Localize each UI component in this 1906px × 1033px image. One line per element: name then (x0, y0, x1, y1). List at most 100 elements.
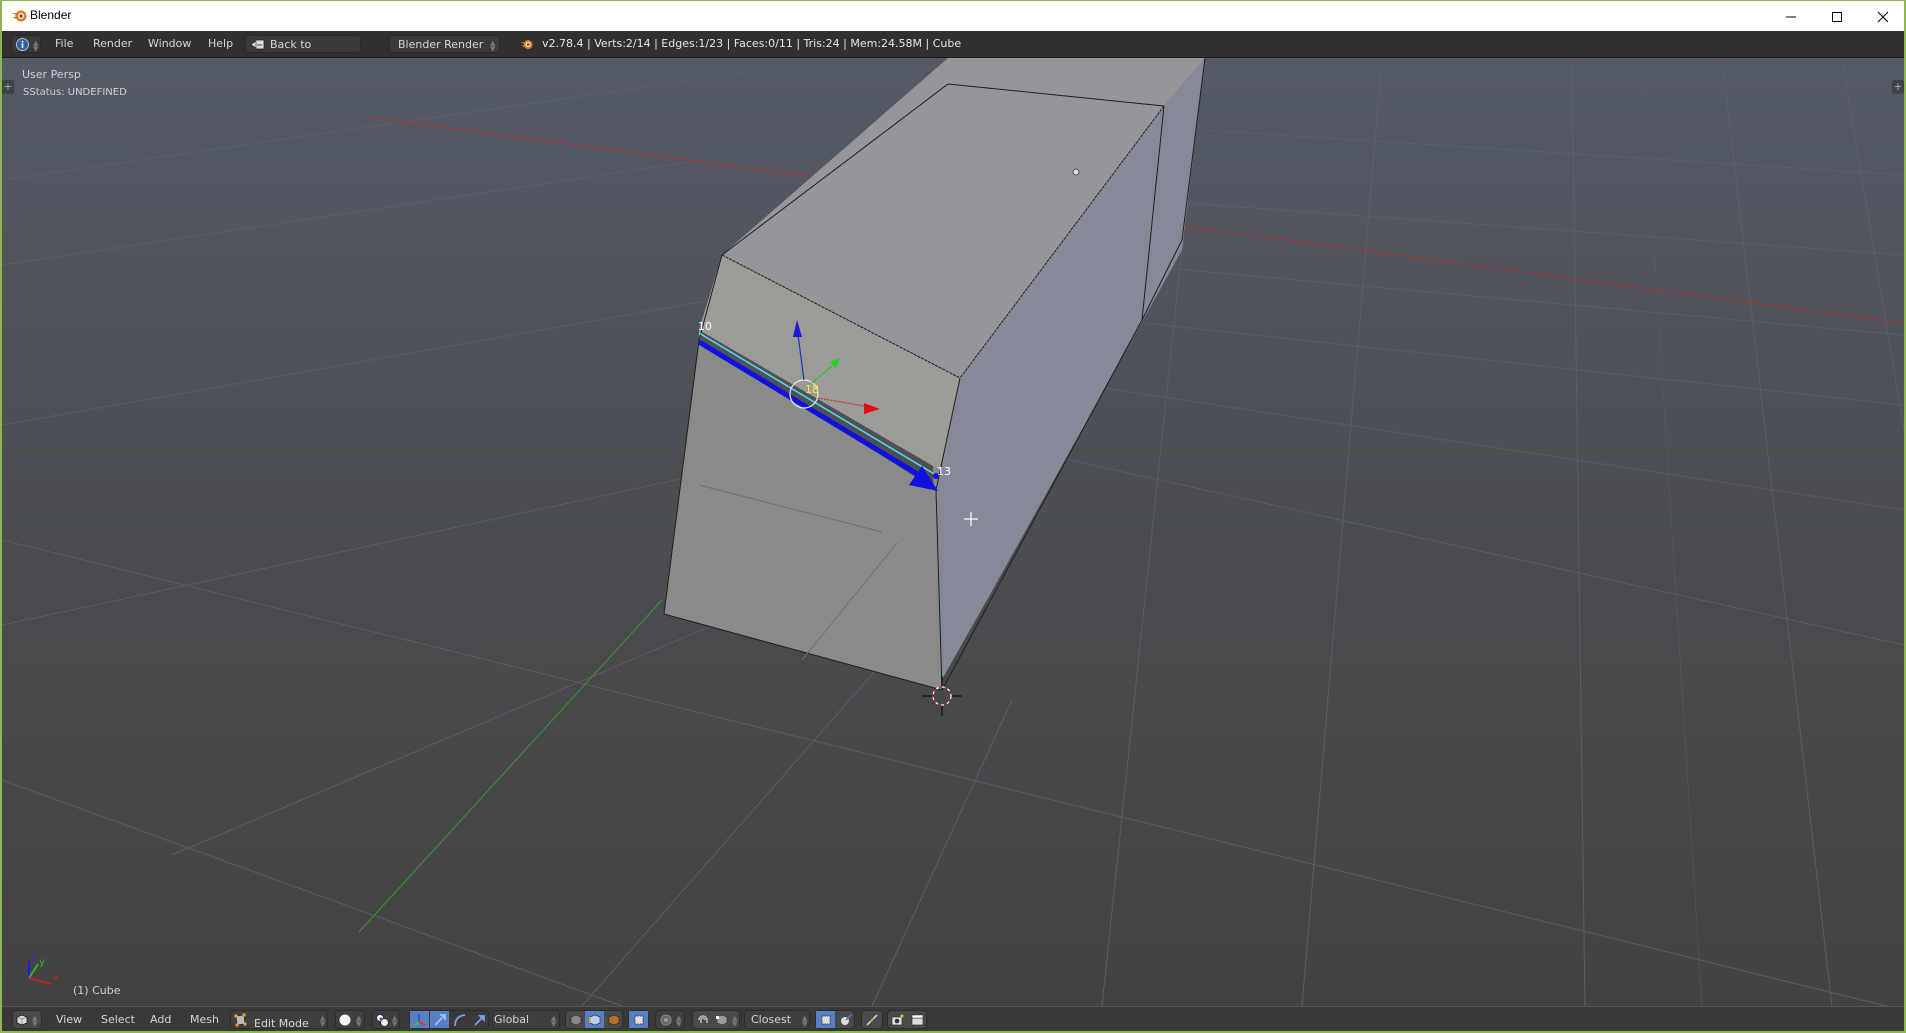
camera-icon (891, 1014, 904, 1025)
auto-merge-toggle[interactable] (861, 1010, 883, 1029)
cube-icon (16, 1014, 28, 1026)
x-axis-line (366, 116, 823, 179)
vertex-index-label: 13 (937, 465, 951, 478)
manipulator-group (409, 1010, 489, 1029)
transform-orientation-dropdown[interactable]: Global ▲ ▼ (492, 1010, 560, 1029)
proportional-editing-dropdown[interactable]: ▲ ▼ (655, 1010, 685, 1029)
menu-mesh[interactable]: Mesh (190, 1010, 219, 1029)
edge-select-button[interactable] (585, 1011, 604, 1028)
snap-project-button[interactable] (836, 1011, 855, 1028)
axis-label-z: z (31, 953, 37, 964)
maximize-button[interactable] (1814, 1, 1860, 32)
render-group (887, 1010, 927, 1029)
menu-select[interactable]: Select (101, 1010, 135, 1029)
face-select-button[interactable] (604, 1011, 623, 1028)
vertex-select-icon (570, 1014, 581, 1025)
mode-dropdown[interactable]: Edit Mode ▲ ▼ (230, 1010, 328, 1030)
grid-line (1096, 317, 1904, 406)
menu-file[interactable]: File (55, 35, 73, 53)
vertex-index-label: 10 (698, 320, 712, 333)
grid-line (1051, 379, 1904, 511)
3d-view-header: ▲ ▼ View Select Add Mesh Edit Mode ▲ ▼ ▲ ▼ (2, 1006, 1904, 1031)
status-text: SStatus: UNDEFINED (23, 87, 127, 98)
grid-line (1141, 199, 1904, 256)
translate-manipulator-button[interactable] (430, 1011, 449, 1028)
auto-merge-icon (866, 1014, 878, 1026)
solid-shading-icon (339, 1014, 351, 1026)
maximize-icon (1832, 11, 1842, 22)
select-mode-group (565, 1010, 623, 1029)
viewport-shading-dropdown[interactable]: ▲ ▼ (335, 1010, 365, 1029)
scene-stats: v2.78.4 | Verts:2/14 | Edges:1/23 | Face… (542, 37, 962, 50)
edit-mode-icon (234, 1013, 247, 1027)
render-engine-value: Blender Render (398, 38, 484, 51)
minimize-button[interactable] (1768, 1, 1814, 32)
snap-target-dropdown[interactable]: Closest ▲ ▼ (744, 1010, 810, 1029)
mode-value: Edit Mode (254, 1017, 309, 1030)
object-origin-icon (1072, 168, 1080, 176)
axis-label-y: y (39, 957, 45, 968)
blender-window: Blender ▲ ▼ File Render Window Help Back… (2, 0, 1904, 1031)
grid-line (1841, 58, 1904, 431)
y-axis-line (358, 599, 663, 933)
close-button[interactable] (1860, 1, 1906, 32)
grid-line (2, 469, 723, 626)
scale-manipulator-button[interactable] (470, 1011, 489, 1028)
snap-element-dropdown[interactable] (712, 1011, 731, 1028)
pivot-icon (376, 1014, 389, 1027)
pivot-point-dropdown[interactable]: ▲ ▼ (372, 1010, 400, 1029)
window-title: Blender (30, 8, 72, 22)
face-select-icon (608, 1014, 619, 1025)
translate-icon (433, 1013, 446, 1026)
viewport-scene (2, 58, 1904, 1006)
rotate-icon (453, 1013, 465, 1026)
grid-line (1571, 58, 1586, 1006)
object-label: (1) Cube (73, 984, 121, 997)
render-engine-dropdown[interactable]: Blender Render ▲ ▼ (389, 35, 500, 53)
snap-project-icon (840, 1013, 852, 1025)
blender-logo-icon (11, 10, 27, 22)
grid-line (1641, 58, 1703, 1006)
toolshelf-expand-button[interactable]: + (2, 80, 14, 94)
editor-type-selector[interactable]: ▲ ▼ (11, 35, 41, 53)
snap-toggle[interactable] (693, 1011, 712, 1028)
snap-options-group (815, 1010, 855, 1029)
vertex-select-button[interactable] (566, 1011, 585, 1028)
scale-icon (473, 1014, 485, 1026)
menu-render[interactable]: Render (93, 35, 132, 53)
minimize-icon (1786, 16, 1796, 17)
3d-viewport[interactable]: 10 13 18 z y x User Persp SStatus: UNDEF… (2, 58, 1904, 1006)
back-icon (251, 39, 265, 50)
manipulator-toggle[interactable] (410, 1011, 429, 1028)
snap-align-rotation-button[interactable] (816, 1011, 835, 1028)
grid-line (1131, 264, 1904, 336)
axis-label-x: x (53, 972, 59, 983)
limit-selection-icon (634, 1015, 643, 1024)
menu-window[interactable]: Window (148, 35, 191, 53)
editor-type-selector[interactable]: ▲ ▼ (12, 1010, 42, 1029)
back-to-previous-button[interactable]: Back to Previous (245, 35, 361, 69)
blender-logo-icon (520, 40, 533, 49)
occlude-geometry-toggle[interactable] (628, 1010, 649, 1029)
grid-line (2, 779, 623, 1006)
grid-line (1201, 129, 1904, 176)
orientation-value: Global (494, 1013, 530, 1026)
manipulator-icon (412, 1013, 426, 1027)
menu-view[interactable]: View (56, 1010, 82, 1029)
grid-line (1721, 58, 1833, 1006)
properties-expand-button[interactable]: + (1892, 80, 1904, 94)
snap-group: ▲ ▼ (692, 1010, 740, 1029)
grid-line (2, 159, 703, 266)
grid-line (2, 299, 713, 426)
title-bar: Blender (2, 0, 1904, 31)
opengl-render-animation-button[interactable] (908, 1011, 927, 1028)
magnet-icon (697, 1014, 708, 1023)
rotate-manipulator-button[interactable] (450, 1011, 469, 1028)
clapperboard-icon (911, 1014, 924, 1025)
opengl-render-image-button[interactable] (888, 1011, 907, 1028)
menu-help[interactable]: Help (208, 35, 233, 53)
snap-rotation-icon (821, 1015, 830, 1024)
edge-select-icon (588, 1014, 600, 1025)
proportional-edit-icon (660, 1014, 672, 1026)
menu-add[interactable]: Add (150, 1010, 171, 1029)
